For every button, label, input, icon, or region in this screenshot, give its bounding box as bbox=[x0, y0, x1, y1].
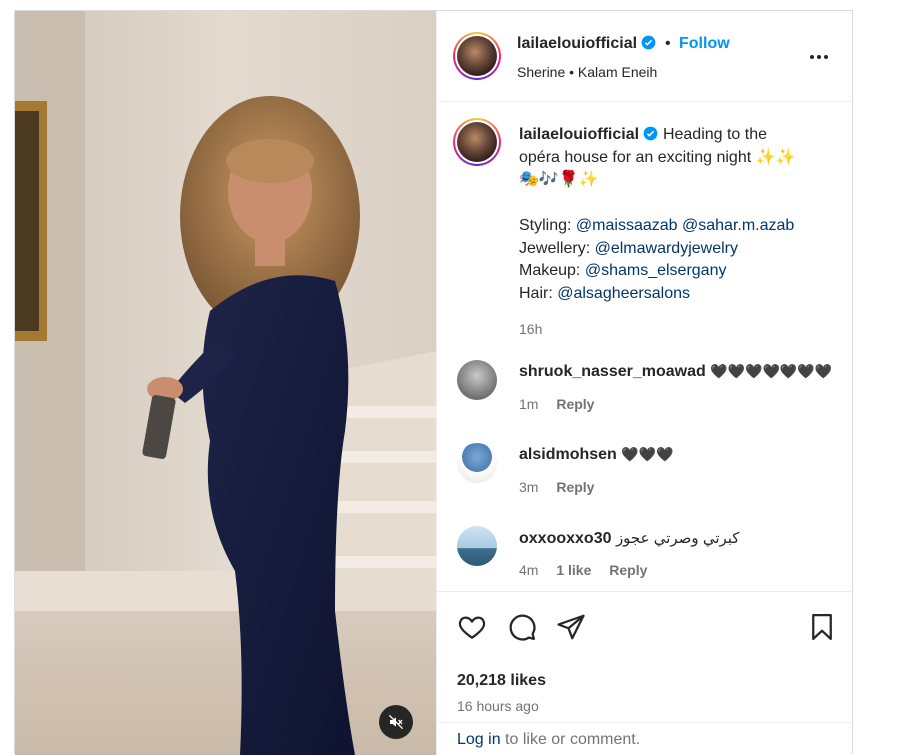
follow-button[interactable]: Follow bbox=[679, 35, 730, 52]
comment-reply-button[interactable]: Reply bbox=[609, 562, 647, 578]
comment-item: alsidmohsen 🖤🖤🖤 3m Reply bbox=[437, 439, 854, 509]
audio-label[interactable]: Sherine • Kalam Eneih bbox=[517, 64, 657, 80]
styling-mention-1[interactable]: @maissaazab bbox=[576, 217, 678, 234]
more-horizontal-icon bbox=[810, 55, 828, 59]
speaker-muted-icon bbox=[388, 714, 404, 730]
header-username[interactable]: lailaelouiofficial bbox=[517, 35, 637, 52]
dot-separator: • bbox=[664, 35, 671, 52]
comment-reply-button[interactable]: Reply bbox=[556, 479, 594, 495]
comment-time[interactable]: 4m bbox=[519, 562, 538, 578]
hair-label: Hair: bbox=[519, 284, 553, 302]
jewellery-label: Jewellery: bbox=[519, 239, 591, 257]
jewellery-mention[interactable]: @elmawardyjewelry bbox=[595, 240, 738, 257]
verified-badge-icon bbox=[642, 35, 656, 50]
bookmark-icon bbox=[812, 614, 832, 640]
makeup-mention[interactable]: @shams_elsergany bbox=[585, 262, 727, 279]
heart-icon bbox=[458, 616, 486, 639]
login-link[interactable]: Log in bbox=[457, 731, 501, 748]
comment-likes[interactable]: 1 like bbox=[556, 562, 591, 578]
caption-text-line1: Heading to the bbox=[662, 126, 768, 143]
comment-avatar[interactable] bbox=[457, 443, 497, 483]
login-rest-text: to like or comment. bbox=[500, 731, 641, 748]
comment-avatar[interactable] bbox=[457, 360, 497, 400]
caption-time[interactable]: 16h bbox=[519, 318, 839, 341]
makeup-label: Makeup: bbox=[519, 262, 581, 280]
hair-mention[interactable]: @alsagheersalons bbox=[557, 285, 690, 302]
styling-label: Styling: bbox=[519, 216, 572, 234]
comment-text: 🖤🖤🖤🖤🖤🖤🖤 bbox=[710, 363, 833, 379]
mute-button[interactable] bbox=[379, 705, 413, 739]
post-header: lailaelouiofficial • Follow Sherine • Ka… bbox=[437, 11, 854, 102]
caption-username[interactable]: lailaelouiofficial bbox=[519, 126, 639, 143]
verified-badge-icon bbox=[644, 126, 658, 141]
save-button[interactable] bbox=[807, 612, 837, 642]
like-button[interactable] bbox=[457, 612, 487, 642]
comment-text: كبرتي وصرتي عجوز bbox=[615, 530, 740, 547]
post-photo[interactable] bbox=[15, 11, 436, 755]
comment-reply-button[interactable]: Reply bbox=[556, 396, 594, 412]
caption-text-line3: 🎭🎶🌹✨ bbox=[519, 171, 599, 189]
comment-text: 🖤🖤🖤 bbox=[621, 446, 674, 462]
post-side-panel: lailaelouiofficial • Follow Sherine • Ka… bbox=[436, 11, 854, 755]
comment-username[interactable]: oxxooxxo30 bbox=[519, 530, 611, 547]
caption-text-line2: opéra house for an exciting night ✨✨ bbox=[519, 148, 796, 166]
header-avatar[interactable] bbox=[453, 32, 501, 80]
likes-count[interactable]: 20,218 likes bbox=[457, 672, 546, 690]
comment-button[interactable] bbox=[507, 612, 537, 642]
comment-time[interactable]: 3m bbox=[519, 479, 538, 495]
post-frame: lailaelouiofficial • Follow Sherine • Ka… bbox=[14, 10, 854, 755]
photo-illustration bbox=[15, 11, 436, 755]
comment-time[interactable]: 1m bbox=[519, 396, 538, 412]
comment-bubble-icon bbox=[509, 614, 536, 641]
more-options-button[interactable] bbox=[807, 45, 831, 69]
post-time-ago[interactable]: 16 hours ago bbox=[457, 698, 539, 714]
comment-avatar[interactable] bbox=[457, 526, 497, 566]
comment-item: oxxooxxo30 كبرتي وصرتي عجوز 4m 1 like Re… bbox=[437, 522, 854, 592]
styling-mention-2[interactable]: @sahar.m.azab bbox=[682, 217, 794, 234]
caption-avatar[interactable] bbox=[453, 118, 501, 166]
comment-username[interactable]: alsidmohsen bbox=[519, 446, 617, 463]
login-prompt: Log in to like or comment. bbox=[437, 722, 854, 755]
paper-plane-icon bbox=[557, 614, 585, 640]
share-button[interactable] bbox=[556, 612, 586, 642]
comment-username[interactable]: shruok_nasser_moawad bbox=[519, 363, 706, 380]
comment-item: shruok_nasser_moawad 🖤🖤🖤🖤🖤🖤🖤 1m Reply bbox=[437, 356, 854, 426]
